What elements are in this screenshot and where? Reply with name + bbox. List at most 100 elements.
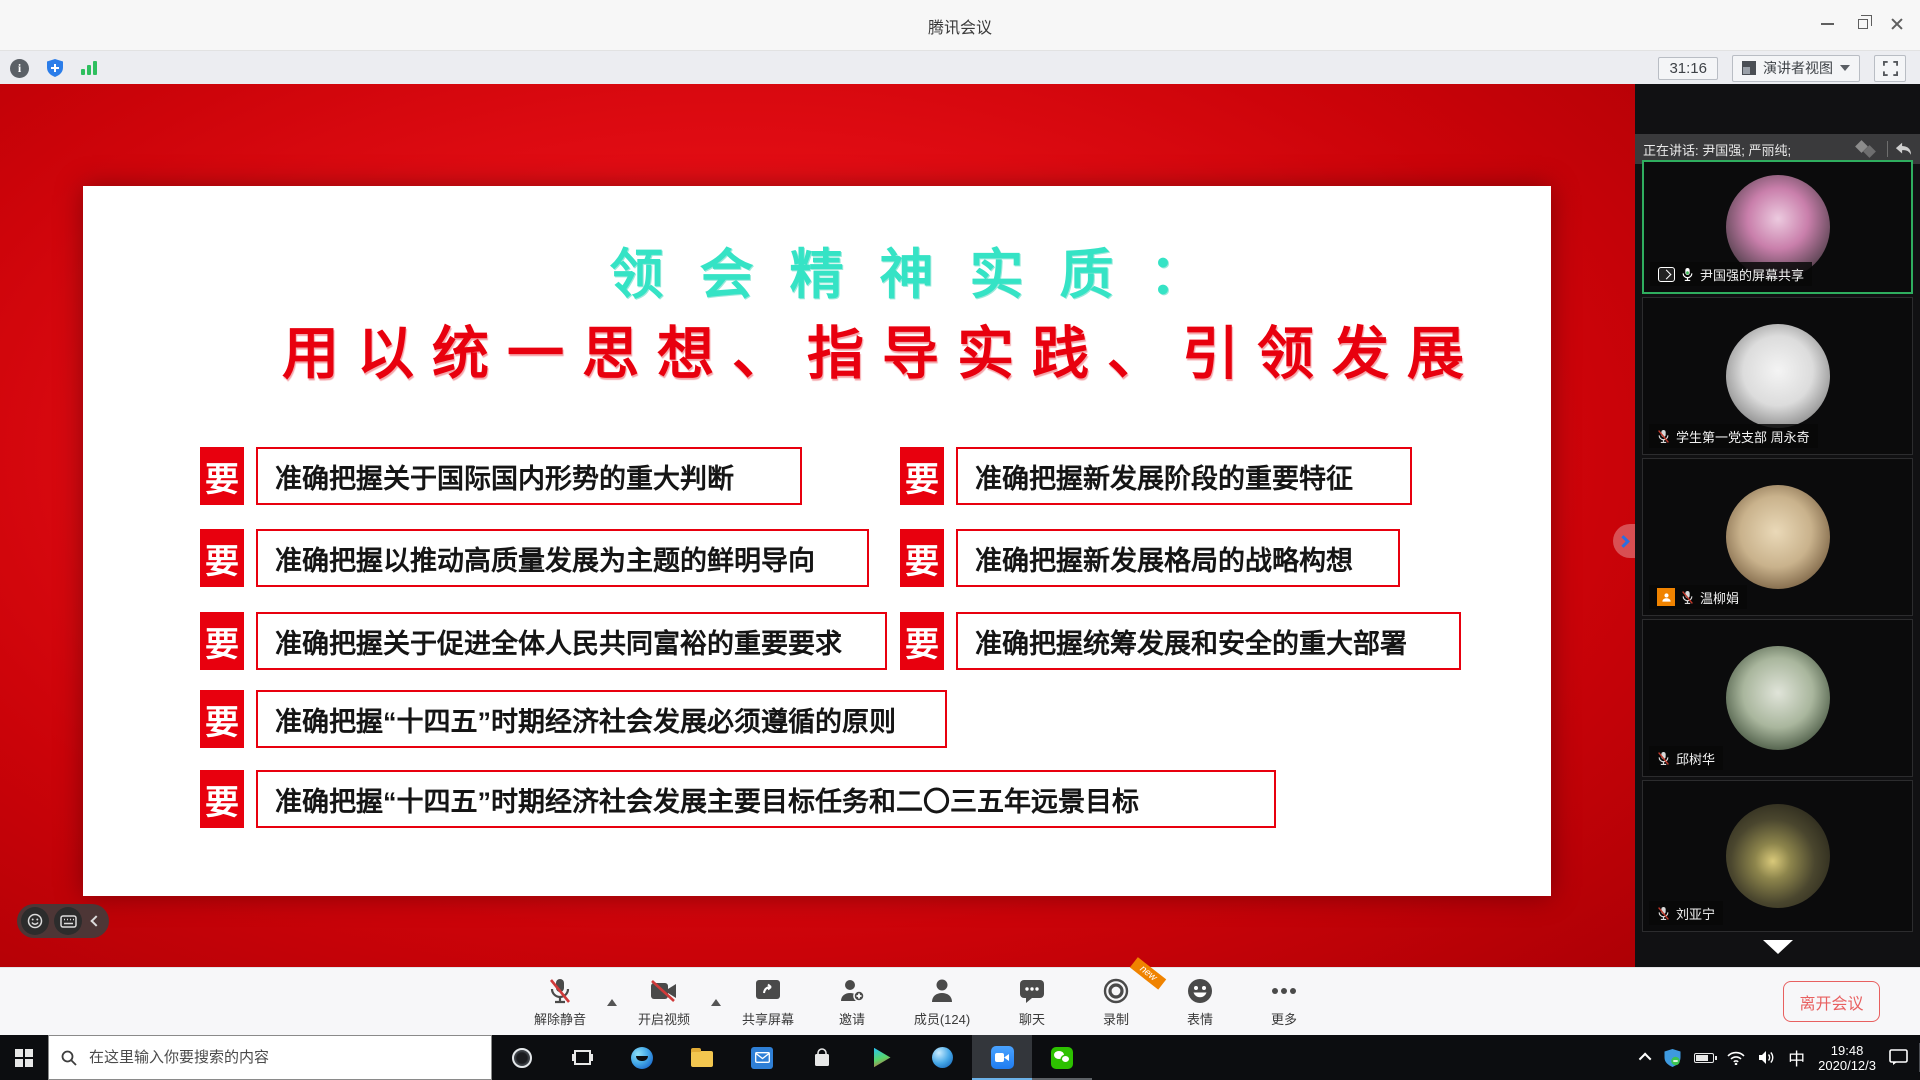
mic-muted-icon xyxy=(1657,751,1670,766)
slide-bullet-row: 要 准确把握统筹发展和安全的重大部署 xyxy=(900,612,1461,670)
ime-indicator[interactable]: 中 xyxy=(1788,1045,1805,1070)
participant-video xyxy=(1726,646,1830,750)
taskbar-tencent-meeting-icon[interactable] xyxy=(972,1035,1032,1080)
fullscreen-icon xyxy=(1883,61,1898,76)
taskbar-mail-icon[interactable] xyxy=(732,1035,792,1080)
participant-tile[interactable]: 刘亚宁 xyxy=(1642,780,1913,932)
taskbar-edge-icon[interactable] xyxy=(612,1035,672,1080)
battery-icon[interactable] xyxy=(1694,1053,1714,1063)
bullet-text: 准确把握关于国际国内形势的重大判断 xyxy=(256,447,802,505)
bullet-text: 准确把握关于促进全体人民共同富裕的重要要求 xyxy=(256,612,887,670)
slide-bullet-row: 要 准确把握“十四五”时期经济社会发展必须遵循的原则 xyxy=(200,690,947,748)
meeting-info-icon[interactable]: i xyxy=(10,59,29,78)
participant-tile[interactable]: 学生第一党支部 周永奇 xyxy=(1642,297,1913,455)
collapse-pill-button[interactable] xyxy=(87,907,105,935)
taskbar-clock[interactable]: 19:48 2020/12/3 xyxy=(1818,1043,1876,1073)
record-button[interactable]: new 录制 xyxy=(1074,971,1158,1033)
participant-video xyxy=(1726,804,1830,908)
window-titlebar: 腾讯会议 xyxy=(0,0,1920,50)
reactions-button[interactable]: 表情 xyxy=(1158,971,1242,1033)
participant-name: 温柳娟 xyxy=(1700,588,1739,607)
taskbar-taskview-icon[interactable] xyxy=(552,1035,612,1080)
mic-muted-icon xyxy=(1681,590,1694,605)
bullet-text: 准确把握“十四五”时期经济社会发展主要目标任务和二〇三五年远景目标 xyxy=(256,770,1276,828)
search-icon xyxy=(61,1050,77,1066)
minimize-button[interactable] xyxy=(1812,10,1842,38)
participant-label: 刘亚宁 xyxy=(1649,901,1723,925)
camera-off-icon xyxy=(650,980,678,1002)
taskbar-explorer-icon[interactable] xyxy=(672,1035,732,1080)
invite-icon xyxy=(839,978,865,1004)
participant-tile[interactable]: 温柳娟 xyxy=(1642,458,1913,616)
shield-plus-icon[interactable] xyxy=(45,58,65,78)
taskbar-browser-icon[interactable] xyxy=(912,1035,972,1080)
scroll-down-arrow[interactable] xyxy=(1763,940,1793,954)
taskbar-video-app-icon[interactable] xyxy=(852,1035,912,1080)
chat-button[interactable]: 聊天 xyxy=(990,971,1074,1033)
slide-bullet-row: 要 准确把握关于国际国内形势的重大判断 xyxy=(200,447,802,505)
keyboard-icon xyxy=(60,915,77,928)
participant-label: 温柳娟 xyxy=(1649,585,1747,609)
view-mode-label: 演讲者视图 xyxy=(1763,58,1833,78)
taskbar-store-icon[interactable] xyxy=(792,1035,852,1080)
bullet-marker: 要 xyxy=(900,529,944,587)
participant-name: 学生第一党支部 周永奇 xyxy=(1676,427,1810,446)
chevron-left-icon xyxy=(90,915,101,926)
captions-button[interactable] xyxy=(54,907,82,935)
view-mode-selector[interactable]: 演讲者视图 xyxy=(1732,55,1860,82)
record-icon xyxy=(1103,978,1129,1004)
bullet-marker: 要 xyxy=(200,612,244,670)
hidden-icons-chevron-icon[interactable] xyxy=(1639,1053,1652,1066)
audio-options-caret[interactable] xyxy=(602,971,622,1033)
taskbar-wechat-icon[interactable] xyxy=(1032,1035,1092,1080)
reply-arrow-icon[interactable] xyxy=(1894,141,1912,157)
bullet-marker: 要 xyxy=(900,612,944,670)
meeting-topbar: i 31:16 演讲者视图 xyxy=(0,50,1920,84)
members-button[interactable]: 成员(124) xyxy=(894,971,990,1033)
members-icon xyxy=(930,978,954,1004)
chat-icon xyxy=(1019,979,1045,1003)
slide-bullet-row: 要 准确把握新发展格局的战略构想 xyxy=(900,529,1400,587)
start-video-button[interactable]: 开启视频 xyxy=(622,971,706,1033)
chevron-up-icon xyxy=(711,999,721,1006)
taskbar-cortana-icon[interactable] xyxy=(492,1035,552,1080)
more-button[interactable]: 更多 xyxy=(1242,971,1326,1033)
participant-name: 尹国强的屏幕共享 xyxy=(1700,265,1804,284)
participant-tile[interactable]: 尹国强的屏幕共享 xyxy=(1642,160,1913,294)
participants-sidebar: 正在讲话: 尹国强; 严丽纯; 尹国强的屏幕共享 学生第一党支部 周永奇 xyxy=(1635,84,1920,967)
share-screen-button[interactable]: 共享屏幕 xyxy=(726,971,810,1033)
window-title: 腾讯会议 xyxy=(0,14,1920,38)
leave-meeting-button[interactable]: 离开会议 xyxy=(1783,981,1880,1022)
emoji-reaction-button[interactable] xyxy=(21,907,49,935)
taskbar-date: 2020/12/3 xyxy=(1818,1058,1876,1073)
fullscreen-button[interactable] xyxy=(1874,55,1906,82)
participant-label: 尹国强的屏幕共享 xyxy=(1650,262,1812,286)
shared-screen-region: 领会精神实质： 用以统一思想、指导实践、引领发展 要 准确把握关于国际国内形势的… xyxy=(0,84,1635,967)
sidebar-toggle-tab[interactable] xyxy=(1613,524,1635,558)
quick-tools-pill xyxy=(17,904,109,938)
screen-share-icon xyxy=(1658,267,1675,282)
start-button[interactable] xyxy=(0,1035,48,1080)
wifi-icon[interactable] xyxy=(1727,1051,1745,1065)
chevron-down-icon xyxy=(1840,65,1850,71)
search-input[interactable] xyxy=(87,1048,479,1067)
antivirus-shield-icon[interactable] xyxy=(1664,1049,1681,1067)
restore-button[interactable] xyxy=(1848,10,1878,38)
video-options-caret[interactable] xyxy=(706,971,726,1033)
invite-button[interactable]: 邀请 xyxy=(810,971,894,1033)
system-tray: 中 19:48 2020/12/3 xyxy=(1642,1035,1908,1080)
bullet-marker: 要 xyxy=(200,447,244,505)
close-button[interactable] xyxy=(1882,10,1912,38)
network-signal-icon[interactable] xyxy=(81,61,97,75)
unmute-button[interactable]: 解除静音 xyxy=(518,971,602,1033)
taskbar-time: 19:48 xyxy=(1818,1043,1876,1058)
participant-tile[interactable]: 邱树华 xyxy=(1642,619,1913,777)
speaker-icon[interactable] xyxy=(1758,1050,1775,1065)
mic-muted-icon xyxy=(1657,906,1670,921)
speaking-label: 正在讲话: 尹国强; 严丽纯; xyxy=(1643,140,1849,159)
meeting-timer: 31:16 xyxy=(1658,57,1718,80)
bullet-marker: 要 xyxy=(200,529,244,587)
action-center-icon[interactable] xyxy=(1889,1049,1908,1066)
divider xyxy=(1887,141,1888,157)
taskbar-search[interactable] xyxy=(48,1035,492,1080)
